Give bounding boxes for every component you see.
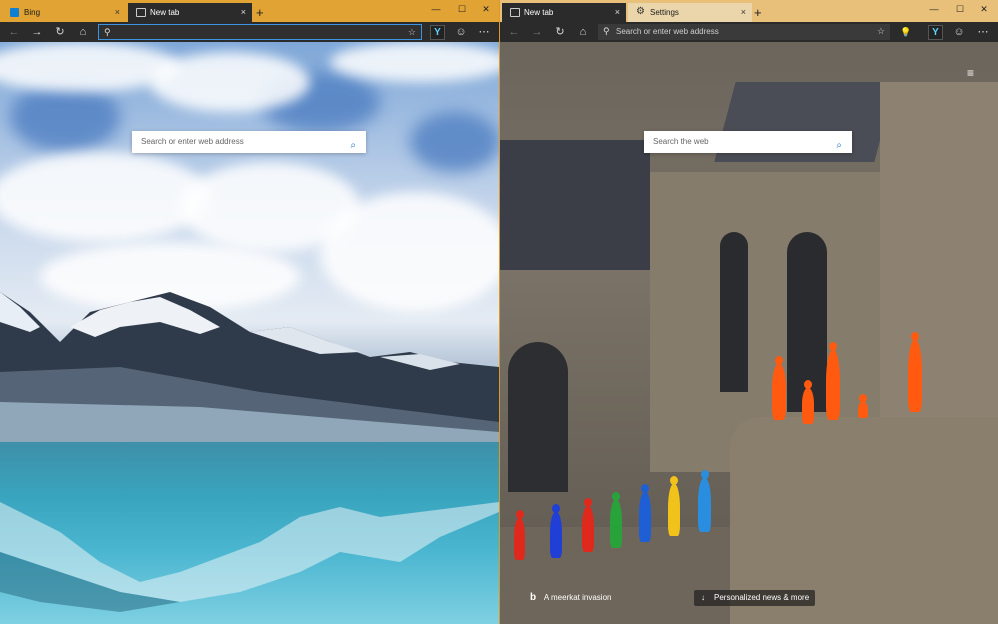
cloud	[0, 152, 210, 242]
close-window-button[interactable]: ✕	[970, 0, 998, 22]
search-icon[interactable]: ⌕	[350, 135, 356, 157]
newtab-favicon-icon	[510, 8, 520, 17]
new-tab-page: ≡ Search the web ⌕ b A meerkat invasion …	[500, 42, 998, 624]
search-placeholder: Search the web	[653, 137, 709, 146]
cloud	[150, 52, 310, 112]
toolbar: ← → ↻ ⌂ ⚲ ☆ Y ☺ ⋯	[0, 22, 499, 42]
sky-patch	[410, 112, 499, 172]
personalized-news-button[interactable]: ↓ Personalized news & more	[694, 590, 816, 606]
extension-icon[interactable]: Y	[928, 25, 943, 40]
tower	[880, 82, 998, 422]
sky-patch	[10, 82, 120, 152]
tab-close-icon[interactable]: ×	[615, 3, 620, 22]
search-icon: ⚲	[603, 26, 610, 36]
search-placeholder: Search or enter web address	[141, 137, 244, 146]
meerkat-statue	[858, 394, 868, 418]
tab-new-tab[interactable]: New tab ×	[128, 3, 252, 22]
extension-icon[interactable]: Y	[430, 25, 445, 40]
home-button[interactable]: ⌂	[73, 22, 93, 42]
meerkat-statue	[639, 484, 651, 542]
meerkat-statue	[582, 498, 594, 552]
address-bar[interactable]: ⚲ ☆	[98, 24, 422, 40]
tab-close-icon[interactable]: ×	[741, 3, 746, 22]
image-caption: A meerkat invasion	[543, 593, 612, 602]
gothic-window	[720, 232, 748, 392]
meerkat-statue	[550, 504, 562, 558]
bing-logo-icon: b	[530, 592, 537, 603]
meerkat-statue	[698, 470, 711, 532]
tab-label: Settings	[650, 8, 679, 17]
tab-label: New tab	[150, 8, 180, 17]
meerkat-statue	[514, 510, 525, 560]
meerkat-statue	[668, 476, 680, 536]
back-button[interactable]: ←	[4, 22, 24, 42]
toolbar: ← → ↻ ⌂ ⚲ Search or enter web address ☆ …	[500, 22, 998, 42]
search-box[interactable]: Search the web ⌕	[644, 131, 852, 153]
news-label: Personalized news & more	[714, 593, 810, 602]
slate-roof	[500, 140, 650, 270]
address-bar[interactable]: ⚲ Search or enter web address ☆	[598, 24, 890, 40]
tab-strip: New tab × ⚙ Settings × + — ☐ ✕	[500, 0, 998, 22]
meerkat-statue	[802, 380, 814, 424]
minimize-button[interactable]: —	[920, 0, 948, 22]
image-info[interactable]: b A meerkat invasion	[530, 590, 611, 606]
favorite-star-icon[interactable]: ☆	[408, 25, 416, 40]
meerkat-statue	[826, 342, 840, 420]
more-menu-icon[interactable]: ⋯	[973, 22, 993, 42]
right-browser-window: New tab × ⚙ Settings × + — ☐ ✕ ← → ↻ ⌂ ⚲…	[500, 0, 998, 624]
tab-new-tab[interactable]: New tab ×	[502, 3, 626, 22]
favorite-star-icon[interactable]: ☆	[877, 24, 885, 39]
search-icon[interactable]: ⌕	[836, 135, 842, 157]
tab-strip: Bing × New tab × + — ☐ ✕	[0, 0, 499, 22]
search-icon: ⚲	[104, 27, 111, 37]
newtab-favicon-icon	[136, 8, 146, 17]
left-browser-window: Bing × New tab × + — ☐ ✕ ← → ↻ ⌂ ⚲ ☆ Y ☺…	[0, 0, 499, 624]
back-button[interactable]: ←	[504, 22, 524, 42]
refresh-button[interactable]: ↻	[550, 22, 570, 42]
meerkat-statue	[610, 492, 622, 548]
home-button[interactable]: ⌂	[573, 22, 593, 42]
close-window-button[interactable]: ✕	[472, 0, 499, 22]
meerkat-statue	[772, 356, 786, 420]
lightbulb-icon[interactable]: 💡	[896, 22, 916, 42]
gear-icon: ⚙	[636, 6, 645, 17]
tab-bing[interactable]: Bing ×	[2, 3, 126, 22]
tab-label: Bing	[24, 8, 41, 17]
address-placeholder: Search or enter web address	[616, 27, 719, 36]
minimize-button[interactable]: —	[422, 0, 450, 22]
bing-favicon-icon	[10, 8, 19, 17]
cloud	[330, 42, 499, 82]
tab-close-icon[interactable]: ×	[115, 3, 120, 22]
search-box[interactable]: Search or enter web address ⌕	[132, 131, 366, 153]
new-tab-button[interactable]: +	[256, 3, 264, 22]
new-tab-button[interactable]: +	[754, 3, 762, 22]
tab-close-icon[interactable]: ×	[241, 3, 246, 22]
mountain-range	[0, 292, 499, 452]
new-tab-page: Search or enter web address ⌕	[0, 42, 499, 624]
more-menu-icon[interactable]: ⋯	[474, 22, 494, 42]
refresh-button[interactable]: ↻	[50, 22, 70, 42]
tab-settings[interactable]: ⚙ Settings ×	[628, 3, 752, 22]
meerkat-statue	[908, 332, 922, 412]
menu-icon[interactable]: ≡	[967, 66, 974, 80]
feedback-smiley-icon[interactable]: ☺	[949, 22, 969, 42]
forward-button[interactable]: →	[527, 22, 547, 42]
tab-label: New tab	[524, 8, 554, 17]
mountain-reflection	[0, 502, 499, 612]
feedback-smiley-icon[interactable]: ☺	[451, 22, 471, 42]
arrow-down-icon: ↓	[701, 593, 705, 602]
forward-button[interactable]: →	[27, 22, 47, 42]
gothic-window	[508, 342, 568, 492]
